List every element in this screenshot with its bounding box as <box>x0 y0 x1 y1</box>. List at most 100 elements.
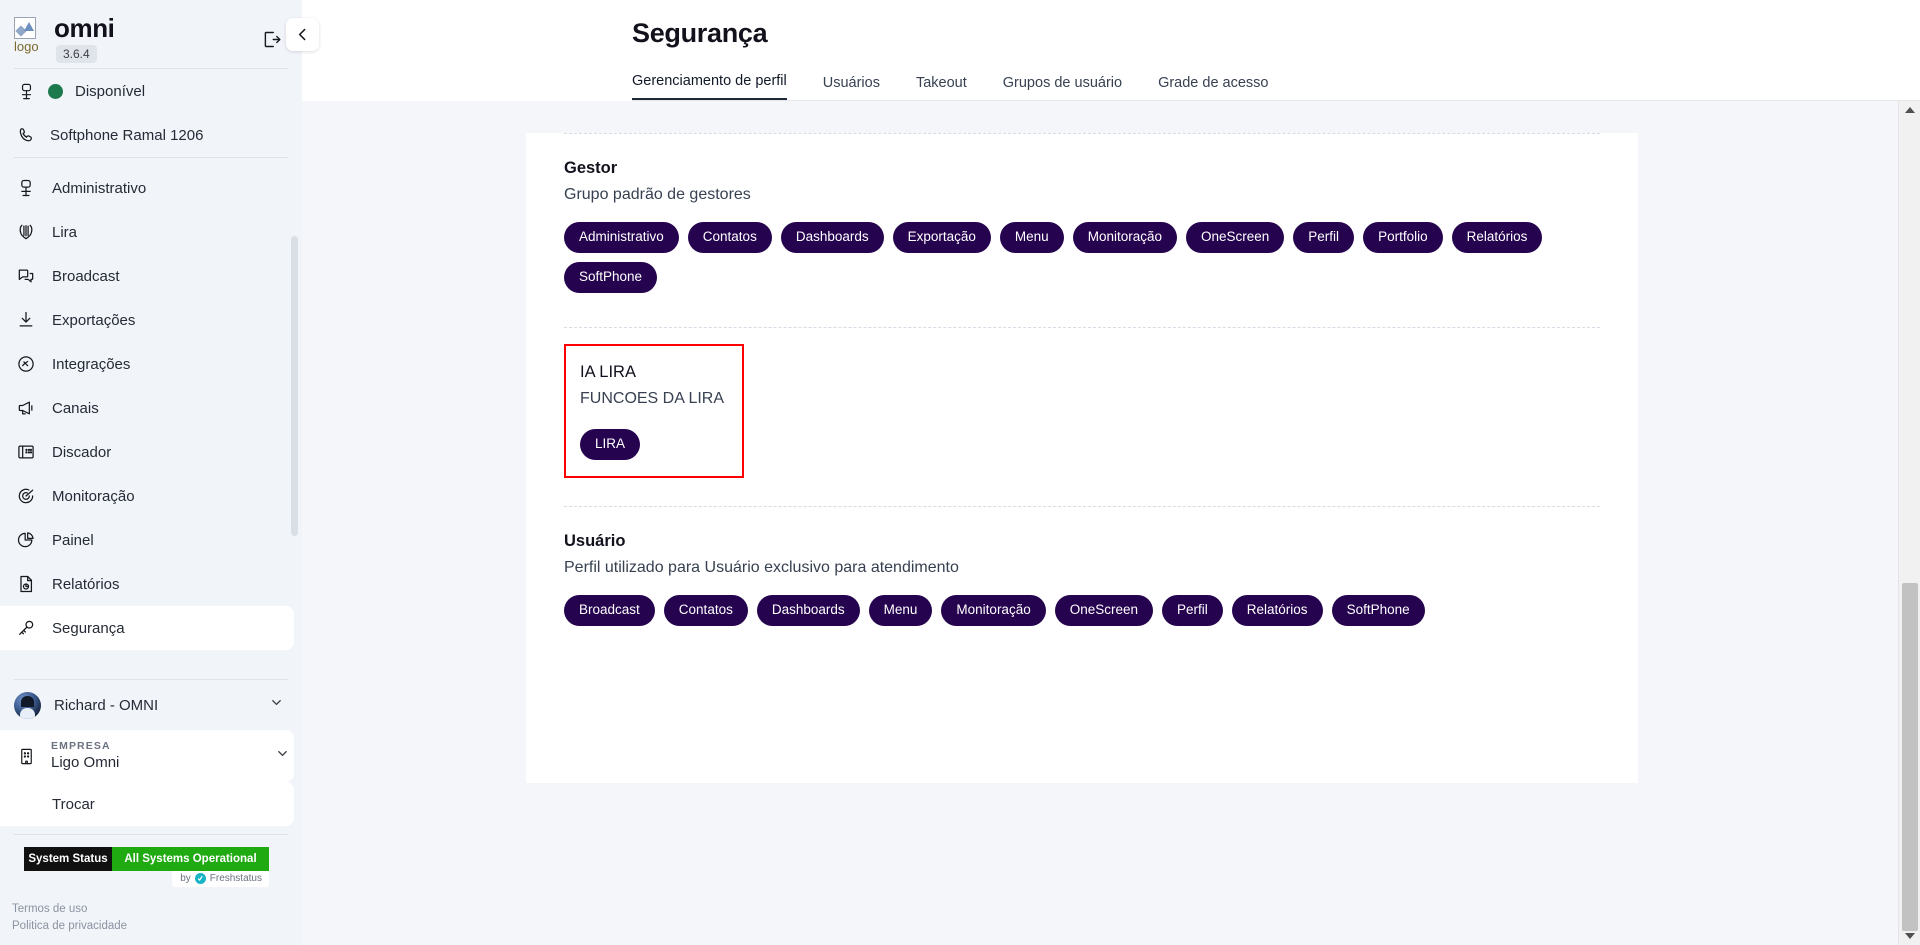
logout-icon <box>261 29 282 50</box>
permission-badge[interactable]: Broadcast <box>564 595 655 626</box>
sidebar-item-discador[interactable]: Discador <box>0 430 294 474</box>
user-name: Richard - OMNI <box>54 697 269 714</box>
plug-circle-icon <box>14 354 38 374</box>
permission-badge[interactable]: Perfil <box>1162 595 1223 626</box>
permission-badge[interactable]: Relatórios <box>1452 222 1543 253</box>
permission-badge[interactable]: Contatos <box>688 222 772 253</box>
profile-group-gestor: Gestor Grupo padrão de gestores Administ… <box>526 134 1638 301</box>
page-header: Segurança Gerenciamento de perfil Usuári… <box>302 0 1920 100</box>
status-dot <box>48 84 63 99</box>
sidebar-footer: System Status All Systems Operational by… <box>0 826 302 945</box>
tab-usuarios[interactable]: Usuários <box>823 75 880 100</box>
profile-description: Grupo padrão de gestores <box>564 182 1600 208</box>
chevron-down-icon <box>1905 933 1915 939</box>
sidebar-item-relatorios[interactable]: Relatórios <box>0 562 294 606</box>
tab-grade-de-acesso[interactable]: Grade de acesso <box>1158 75 1268 100</box>
permission-badge[interactable]: Contatos <box>664 595 748 626</box>
terms-of-use-link[interactable]: Termos de uso <box>12 901 302 918</box>
chevron-up-icon <box>1905 107 1915 113</box>
user-account-row[interactable]: Richard - OMNI <box>0 680 302 730</box>
download-icon <box>14 310 38 330</box>
scroll-up-button[interactable] <box>1899 101 1920 119</box>
permission-badge[interactable]: OneScreen <box>1055 595 1153 626</box>
target-icon <box>14 486 38 506</box>
sidebar-item-label: Painel <box>52 532 94 549</box>
scroll-down-button[interactable] <box>1899 927 1920 945</box>
desk-chair-icon <box>14 178 38 198</box>
megaphone-icon <box>14 398 38 418</box>
permission-badge[interactable]: Menu <box>869 595 933 626</box>
sidebar-item-broadcast[interactable]: Broadcast <box>0 254 294 298</box>
tab-takeout[interactable]: Takeout <box>916 75 967 100</box>
switch-company-button[interactable]: Trocar <box>0 782 294 826</box>
permission-badge[interactable]: Dashboards <box>757 595 860 626</box>
agent-status-row[interactable]: Disponível <box>0 69 302 113</box>
sidebar-item-exportacoes[interactable]: Exportações <box>0 298 294 342</box>
profile-name: Usuário <box>564 529 1600 553</box>
permission-badge-list: Broadcast Contatos Dashboards Menu Monit… <box>564 595 1564 626</box>
permission-badge[interactable]: Administrativo <box>564 222 679 253</box>
permission-badge[interactable]: Monitoração <box>941 595 1045 626</box>
brand-name: omni <box>54 14 115 42</box>
building-icon <box>14 747 38 766</box>
profile-separator <box>564 327 1600 328</box>
content-scrollbar-thumb[interactable] <box>1902 583 1918 931</box>
version-badge: 3.6.4 <box>56 45 97 63</box>
system-status-widget: System Status All Systems Operational by… <box>24 847 269 871</box>
switch-company-label: Trocar <box>52 796 95 813</box>
sidebar-item-administrativo[interactable]: Administrativo <box>0 166 294 210</box>
system-status-right-label: All Systems Operational <box>112 847 269 871</box>
tab-grupos-de-usuario[interactable]: Grupos de usuário <box>1003 75 1122 100</box>
logo-broken-image: logo <box>14 17 40 43</box>
sidebar-item-label: Lira <box>52 224 77 241</box>
company-name: Ligo Omni <box>51 753 275 772</box>
profile-name: IA LIRA <box>580 360 726 384</box>
permission-badge[interactable]: Perfil <box>1293 222 1354 253</box>
company-selector-row[interactable]: EMPRESA Ligo Omni <box>0 730 294 782</box>
brand: omni 3.6.4 <box>54 14 115 63</box>
permission-badge[interactable]: Dashboards <box>781 222 884 253</box>
system-status-left-label: System Status <box>24 847 112 871</box>
freshstatus-attribution: by Freshstatus <box>172 871 269 887</box>
permission-badge[interactable]: LIRA <box>580 429 640 460</box>
logo-alt-text: logo <box>14 40 40 54</box>
permission-badge[interactable]: Portfolio <box>1363 222 1443 253</box>
desk-phone-icon <box>14 442 38 462</box>
permission-badge[interactable]: Relatórios <box>1232 595 1323 626</box>
sidebar-item-canais[interactable]: Canais <box>0 386 294 430</box>
sidebar-item-label: Broadcast <box>52 268 120 285</box>
permission-badge[interactable]: OneScreen <box>1186 222 1284 253</box>
sidebar-item-label: Relatórios <box>52 576 120 593</box>
sidebar-item-painel[interactable]: Painel <box>0 518 294 562</box>
lyre-icon <box>14 222 38 242</box>
sidebar-item-seguranca[interactable]: Segurança <box>0 606 294 650</box>
permission-badge[interactable]: Monitoração <box>1073 222 1177 253</box>
content-scrollbar[interactable] <box>1898 101 1920 945</box>
privacy-policy-link[interactable]: Politica de privacidade <box>12 918 302 935</box>
sidebar-scrollbar[interactable] <box>291 164 298 584</box>
sidebar-item-monitoracao[interactable]: Monitoração <box>0 474 294 518</box>
system-status-badge[interactable]: System Status All Systems Operational <box>24 847 269 871</box>
tab-bar: Gerenciamento de perfil Usuários Takeout… <box>632 64 1920 100</box>
permission-badge[interactable]: Menu <box>1000 222 1064 253</box>
permission-badge[interactable]: SoftPhone <box>564 262 657 293</box>
sidebar-item-lira[interactable]: Lira <box>0 210 294 254</box>
logout-button[interactable] <box>256 24 286 54</box>
softphone-row[interactable]: Softphone Ramal 1206 <box>0 113 302 157</box>
collapse-sidebar-button[interactable] <box>286 18 319 51</box>
phone-icon <box>14 126 38 145</box>
main-content: Segurança Gerenciamento de perfil Usuári… <box>302 0 1920 945</box>
tab-gerenciamento-de-perfil[interactable]: Gerenciamento de perfil <box>632 73 787 100</box>
sidebar: logo omni 3.6.4 <box>0 0 302 945</box>
sidebar-scrollbar-thumb[interactable] <box>291 236 298 536</box>
permission-badge[interactable]: SoftPhone <box>1332 595 1425 626</box>
status-label: Disponível <box>75 83 145 100</box>
sidebar-item-label: Administrativo <box>52 180 146 197</box>
permission-badge[interactable]: Exportação <box>893 222 991 253</box>
sidebar-item-label: Exportações <box>52 312 135 329</box>
sidebar-item-label: Monitoração <box>52 488 135 505</box>
profile-name: Gestor <box>564 156 1600 180</box>
sidebar-item-integracoes[interactable]: Integrações <box>0 342 294 386</box>
desk-chair-icon <box>14 82 38 101</box>
content-area: Gestor Grupo padrão de gestores Administ… <box>302 101 1920 945</box>
